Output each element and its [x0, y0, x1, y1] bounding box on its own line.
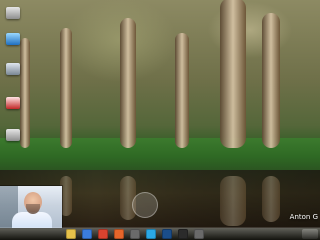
folder-icon	[6, 63, 20, 75]
cursor-highlight	[132, 192, 158, 218]
username-label: Anton G	[289, 213, 318, 221]
computer-icon[interactable]	[2, 28, 24, 50]
store-icon[interactable]	[82, 229, 92, 239]
firefox-icon[interactable]	[114, 229, 124, 239]
drive-icon[interactable]	[2, 124, 24, 146]
tree-trunk	[60, 28, 72, 148]
file-explorer-icon[interactable]	[66, 229, 76, 239]
tree-trunk	[262, 13, 280, 148]
skype-icon[interactable]	[146, 229, 156, 239]
chrome-icon[interactable]	[98, 229, 108, 239]
recycle-bin-icon[interactable]	[2, 2, 24, 24]
tree-trunk	[220, 0, 246, 148]
recycle-bin-icon	[6, 7, 20, 19]
terminal-icon[interactable]	[178, 229, 188, 239]
folder-icon[interactable]	[2, 58, 24, 80]
drive-icon	[6, 129, 20, 141]
webcam-person	[12, 212, 52, 228]
tree-reflection	[220, 176, 246, 226]
app-icon[interactable]	[130, 229, 140, 239]
system-tray[interactable]	[302, 229, 318, 239]
app-icon[interactable]	[194, 229, 204, 239]
photoshop-icon[interactable]	[162, 229, 172, 239]
taskbar-icons	[66, 229, 204, 239]
computer-network-icon[interactable]	[2, 92, 24, 114]
tree-trunk	[120, 18, 136, 148]
tree-trunk	[175, 33, 189, 148]
webcam-overlay	[0, 186, 62, 228]
computer-icon	[6, 33, 20, 45]
computer-network-icon	[6, 97, 20, 109]
